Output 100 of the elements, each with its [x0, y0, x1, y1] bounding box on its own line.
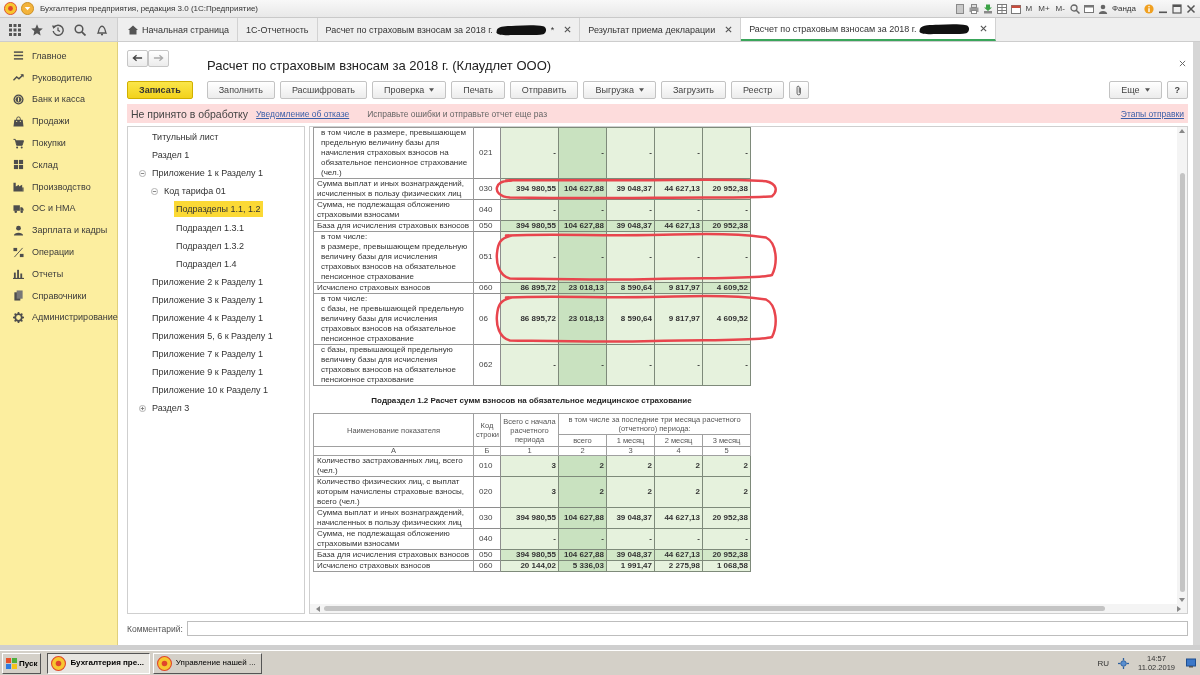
task-button[interactable]: Управление нашей ...: [152, 652, 262, 674]
memory-button[interactable]: M: [1024, 4, 1034, 13]
sidebar-item[interactable]: Отчеты: [0, 262, 117, 285]
tree-item[interactable]: Приложение 3 к Разделу 1: [150, 291, 265, 308]
user-name[interactable]: Фанда: [1111, 4, 1136, 13]
app-logo-icon[interactable]: [4, 2, 17, 15]
dropdown-button[interactable]: Проверка: [372, 81, 447, 99]
attach-button[interactable]: [789, 81, 810, 99]
sidebar-item[interactable]: Склад: [0, 154, 117, 176]
memory-button[interactable]: M-: [1054, 4, 1066, 13]
tab[interactable]: 1С-Отчетность: [238, 18, 318, 41]
history-icon[interactable]: [52, 23, 65, 36]
collapse-icon[interactable]: [150, 187, 158, 195]
tree-item[interactable]: Приложение 7 к Разделу 1: [150, 346, 265, 363]
close-icon[interactable]: [1179, 59, 1186, 67]
stages-link[interactable]: Этапы отправки: [1120, 108, 1184, 119]
toolbar-button[interactable]: Загрузить: [660, 81, 726, 99]
collapse-icon[interactable]: [138, 169, 146, 177]
language-indicator[interactable]: RU: [1097, 658, 1109, 668]
value-cell: 2 275,98: [654, 560, 703, 572]
table-icon[interactable]: [996, 3, 1007, 14]
bar-chart-icon: [13, 268, 24, 280]
printer-icon[interactable]: [968, 3, 979, 14]
hint-text: Исправьте ошибки и отправьте отчет еще раз: [367, 108, 548, 119]
bell-icon[interactable]: [96, 23, 109, 36]
sidebar-item[interactable]: Покупки: [0, 132, 117, 154]
tree-item[interactable]: Подраздел 1.3.1: [174, 219, 247, 236]
tree-item[interactable]: Подраздел 1.4: [174, 255, 239, 272]
scrollbar-thumb[interactable]: [324, 606, 1106, 611]
scroll-up-icon[interactable]: [1179, 129, 1185, 133]
apps-grid-icon[interactable]: [8, 23, 21, 36]
help-button[interactable]: ?: [1166, 81, 1188, 99]
sidebar-item[interactable]: Продажи: [0, 110, 117, 133]
toolbar-button[interactable]: Отправить: [509, 81, 579, 99]
tree-item[interactable]: Приложение 1 к Разделу 1: [150, 165, 265, 182]
value-cell: 104 627,88: [558, 220, 607, 232]
tab[interactable]: Начальная страница: [120, 18, 239, 41]
memory-button[interactable]: M+: [1037, 4, 1051, 13]
sidebar-item[interactable]: Руководителю: [0, 66, 117, 89]
window-icon[interactable]: [1083, 3, 1094, 14]
toolbar-button[interactable]: Записать: [127, 81, 193, 99]
vertical-scrollbar[interactable]: [1177, 127, 1187, 604]
search-icon[interactable]: [74, 23, 87, 36]
close-icon[interactable]: [564, 26, 572, 33]
dropdown-circle-icon[interactable]: [21, 2, 34, 15]
expand-icon[interactable]: [138, 404, 146, 412]
sidebar-item[interactable]: Администрирование: [0, 306, 117, 329]
horizontal-scrollbar[interactable]: [310, 604, 1187, 613]
tree-item[interactable]: Подраздел 1.3.2: [174, 237, 247, 254]
cart-icon: [13, 137, 24, 149]
sidebar-item[interactable]: ОС и НМА: [0, 197, 117, 220]
maximize-icon[interactable]: [1172, 3, 1182, 14]
back-button[interactable]: [127, 49, 148, 67]
form-title: Расчет по страховым взносам за 2018 г. (Клаудлет ООО): [207, 57, 552, 73]
tree-item[interactable]: Приложение 4 к Разделу 1: [150, 310, 265, 326]
value-cell: 3: [500, 476, 559, 508]
user-icon[interactable]: [1097, 3, 1108, 14]
tree-item[interactable]: Титульный лист: [150, 129, 221, 146]
sidebar-item[interactable]: Зарплата и кадры: [0, 219, 117, 242]
tab[interactable]: Расчет по страховым взносам за 2018 г.: [741, 18, 997, 41]
calendar-icon[interactable]: [1010, 3, 1021, 14]
dropdown-button[interactable]: Выгрузка: [583, 81, 656, 99]
tree-item[interactable]: Приложение 9 к Разделу 1: [150, 364, 265, 381]
notice-link[interactable]: Уведомление об отказе: [256, 108, 350, 119]
sidebar-item[interactable]: Операции: [0, 241, 117, 263]
start-button[interactable]: Пуск: [2, 652, 42, 674]
comment-field[interactable]: [186, 621, 1188, 636]
tree-item[interactable]: Код тарифа 01: [162, 183, 228, 200]
gear-icon: [13, 311, 24, 323]
close-icon[interactable]: [1186, 3, 1196, 14]
star-icon[interactable]: [30, 23, 43, 36]
sidebar-item[interactable]: Производство: [0, 175, 117, 198]
toolbar-button[interactable]: Печать: [451, 81, 505, 99]
tree-item[interactable]: Раздел 1: [150, 147, 192, 164]
download-icon[interactable]: [982, 3, 993, 14]
sidebar-item[interactable]: Главное: [0, 45, 117, 67]
crosshair-icon[interactable]: [1118, 657, 1129, 669]
document-icon[interactable]: [954, 3, 965, 14]
magnifier-icon[interactable]: [1069, 3, 1080, 14]
toolbar-button[interactable]: Расшифровать: [279, 81, 368, 99]
toolbar-button[interactable]: Реестр: [731, 81, 785, 99]
close-icon[interactable]: [980, 25, 988, 32]
sidebar-item[interactable]: Справочники: [0, 284, 117, 307]
more-button[interactable]: Еще: [1109, 81, 1162, 99]
scroll-right-icon[interactable]: [1177, 605, 1181, 612]
value-cell: 394 980,55: [500, 549, 559, 561]
tree-item[interactable]: Подразделы 1.1, 1.2: [174, 201, 263, 218]
desktop-icon[interactable]: [1186, 658, 1196, 668]
tab[interactable]: Расчет по страховым взносам за 2018 г. *: [317, 18, 581, 41]
scroll-left-icon[interactable]: [316, 605, 320, 612]
scroll-down-icon[interactable]: [1179, 598, 1185, 602]
toolbar-button[interactable]: Заполнить: [206, 81, 275, 99]
sidebar-item[interactable]: Банк и касса: [0, 88, 117, 111]
tree-item[interactable]: Приложения 5, 6 к Разделу 1: [150, 328, 275, 345]
tree-item[interactable]: Раздел 3: [150, 400, 192, 417]
task-button[interactable]: Бухгалтерия пре...: [47, 652, 150, 674]
tree-item[interactable]: Приложение 10 к Разделу 1: [150, 382, 270, 399]
close-icon[interactable]: [725, 26, 733, 33]
tree-item[interactable]: Приложение 2 к Разделу 1: [150, 273, 265, 290]
scrollbar-thumb[interactable]: [1179, 173, 1185, 592]
